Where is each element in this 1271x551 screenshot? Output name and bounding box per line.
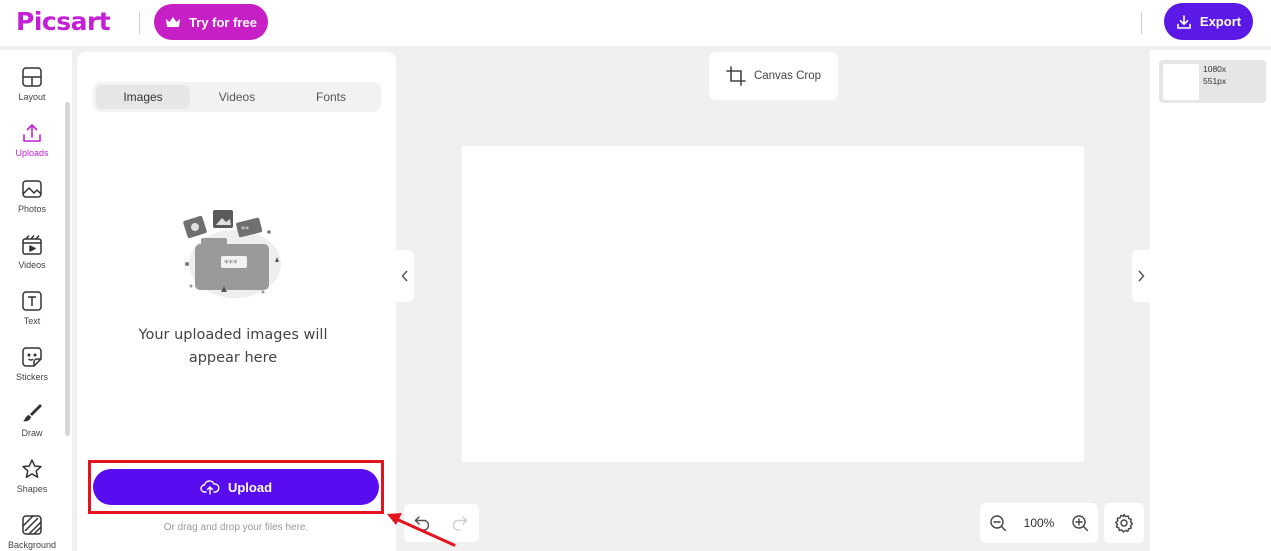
crop-icon [726,66,746,86]
drag-drop-hint: Or drag and drop your files here. [163,522,309,533]
sidebar-item-label: Photos [17,204,47,214]
tool-sidebar: Layout Uploads Photos Videos Text Sticke… [0,50,72,551]
page-preview [1163,64,1199,100]
collapse-panel-button[interactable] [396,250,414,302]
zoom-out-icon [990,515,1007,532]
try-for-free-label: Try for free [189,14,257,30]
canvas-crop-button[interactable]: Canvas Crop [709,52,838,100]
empty-state-message: Your uploaded images will appear here [117,324,349,370]
sidebar-item-videos[interactable]: Videos [0,230,64,282]
brush-icon [23,404,42,422]
highlight-box [88,460,384,514]
try-for-free-button[interactable]: Try for free [154,4,268,40]
sidebar-item-label: Background [7,540,57,550]
sidebar-item-label: Layout [18,92,46,102]
canvas-crop-label: Canvas Crop [753,70,822,82]
background-icon [22,515,42,535]
tab-images[interactable]: Images [96,85,190,109]
tab-videos[interactable]: Videos [190,85,284,109]
pages-panel [1150,50,1271,551]
sidebar-item-uploads[interactable]: Uploads [0,118,64,170]
page-dimensions: 1080x 551px [1203,63,1226,87]
zoom-level[interactable]: 100% [1024,516,1055,530]
empty-state-line: Your uploaded images will [138,327,328,343]
sidebar-item-layout[interactable]: Layout [0,62,64,114]
chevron-left-icon [401,270,408,282]
crown-icon [166,17,181,27]
svg-text:***: *** [224,259,238,269]
text-icon [22,291,42,311]
sticker-icon [22,347,42,367]
divider [139,12,140,34]
sidebar-item-label: Text [23,316,41,326]
gear-icon [1115,513,1134,533]
top-bar: Picsart Try for free Export [0,0,1271,46]
divider [1141,12,1142,34]
canvas-settings-button[interactable] [1104,503,1144,543]
sidebar-item-label: Draw [21,428,43,438]
page-width: 1080x [1203,64,1227,74]
zoom-in-button[interactable] [1070,513,1090,533]
upload-icon [23,124,41,142]
star-icon [22,459,42,478]
sidebar-item-photos[interactable]: Photos [0,174,64,226]
page-height: 551px [1203,76,1227,86]
sidebar-item-label: Uploads [15,148,49,158]
picsart-logo[interactable]: Picsart [16,7,111,36]
zoom-controls: 100% [980,503,1098,543]
video-icon [22,235,42,255]
sidebar-scrollbar[interactable] [65,102,70,436]
zoom-out-button[interactable] [988,513,1008,533]
download-icon [1177,14,1191,29]
annotation-arrow [387,513,456,547]
export-label: Export [1199,14,1242,29]
sidebar-item-shapes[interactable]: Shapes [0,454,64,506]
tab-fonts[interactable]: Fonts [284,85,378,109]
export-button[interactable]: Export [1164,3,1253,40]
sidebar-item-stickers[interactable]: Stickers [0,342,64,394]
empty-state-line: appear here [188,350,278,366]
svg-text:**: ** [241,225,249,234]
zoom-in-icon [1072,515,1089,532]
empty-uploads-illustration: ** *** [183,210,281,298]
chevron-right-icon [1138,270,1145,282]
sidebar-item-draw[interactable]: Draw [0,398,64,450]
photo-icon [22,180,42,198]
sidebar-item-label: Stickers [15,372,48,382]
page-thumbnail[interactable]: 1080x 551px [1159,60,1266,103]
media-type-tabs: Images Videos Fonts [93,82,381,112]
sidebar-item-label: Videos [18,260,46,270]
layout-icon [22,67,42,87]
sidebar-item-background[interactable]: Background [0,510,64,551]
sidebar-item-label: Shapes [16,484,48,494]
sidebar-item-text[interactable]: Text [0,286,64,338]
expand-right-panel-button[interactable] [1132,250,1150,302]
design-canvas[interactable] [462,146,1084,462]
